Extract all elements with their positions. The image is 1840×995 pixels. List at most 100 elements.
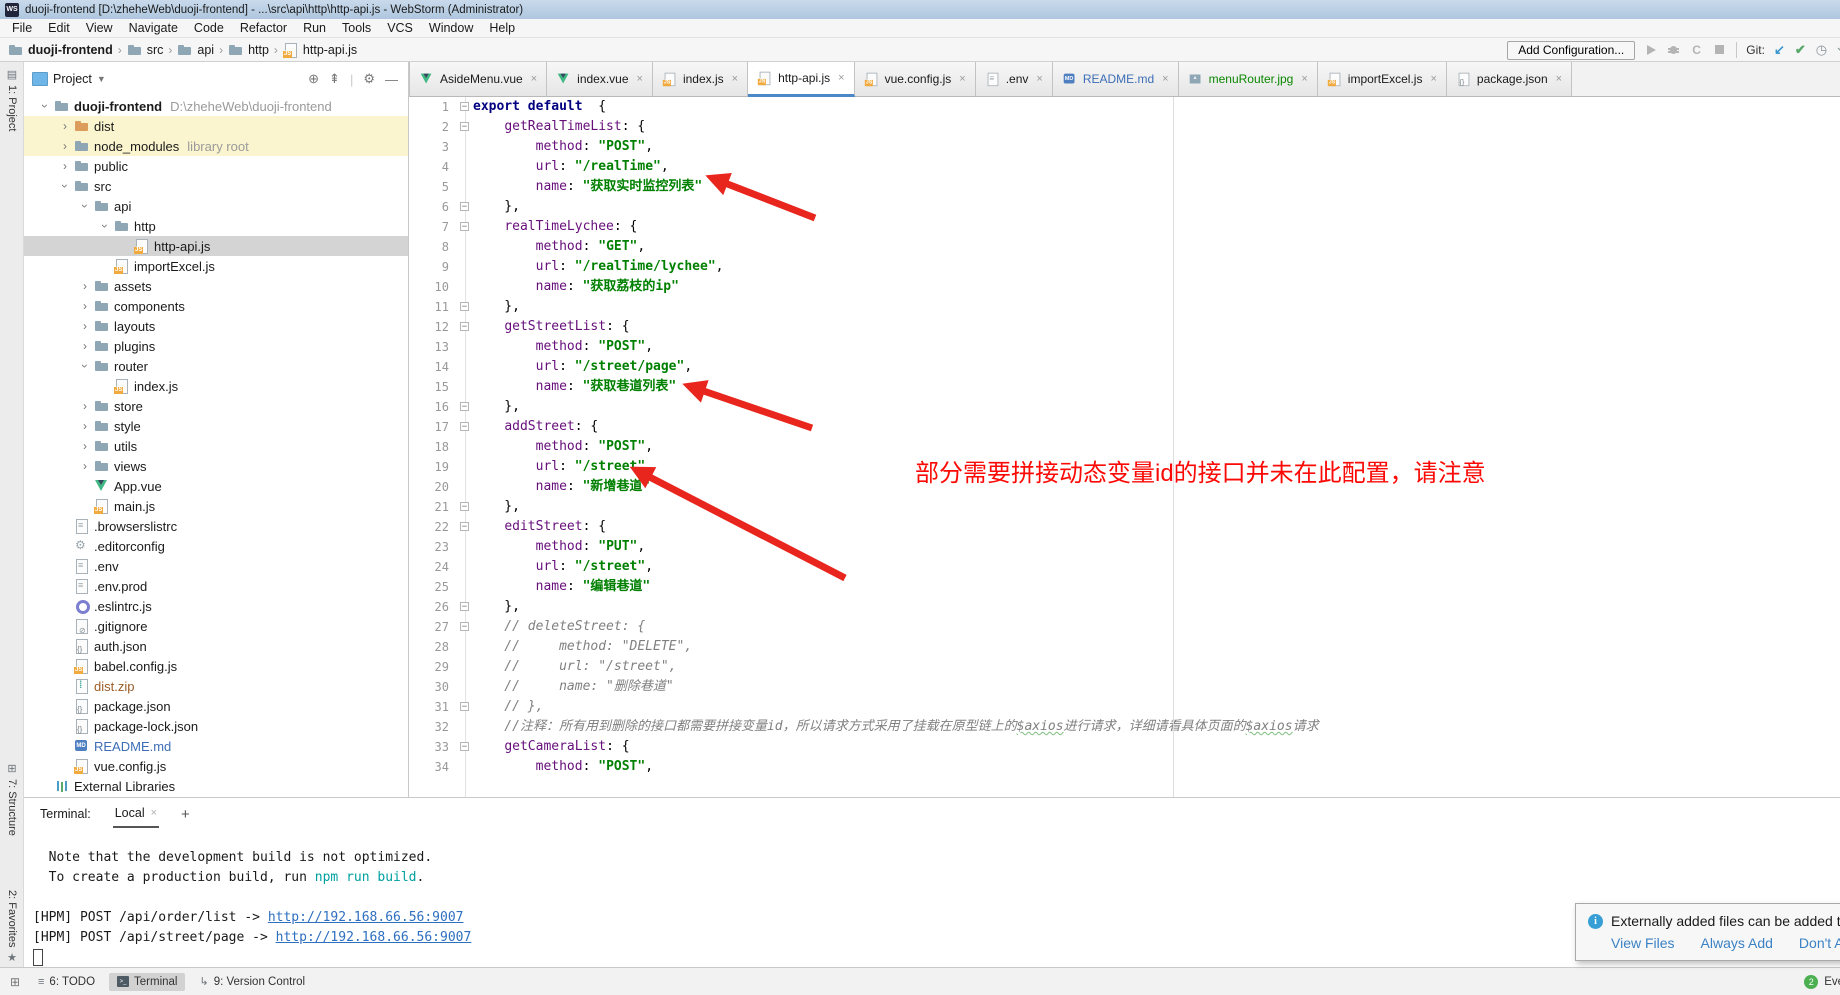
close-icon[interactable]: × (1036, 73, 1042, 85)
fold-marker[interactable]: − (460, 322, 469, 331)
tree-row-vue.config.js[interactable]: vue.config.js (24, 756, 408, 776)
event-log-widget[interactable]: 2 Event Log (1804, 975, 1840, 989)
chevron-down-icon[interactable]: › (76, 199, 94, 213)
run-icon[interactable] (1644, 43, 1658, 57)
tree-row-App.vue[interactable]: App.vue (24, 476, 408, 496)
close-icon[interactable]: × (959, 73, 965, 85)
git-commit-icon[interactable]: ✔ (1795, 43, 1806, 57)
gear-icon[interactable]: ⚙ (363, 71, 375, 87)
fold-marker[interactable]: − (460, 702, 469, 711)
coverage-icon[interactable] (1690, 43, 1704, 57)
tree-row-.gitignore[interactable]: .gitignore (24, 616, 408, 636)
notification-action-don-t-ask-again[interactable]: Don't Ask Again (1799, 935, 1840, 951)
tree-row-.editorconfig[interactable]: .editorconfig (24, 536, 408, 556)
terminal-tab-local[interactable]: Local × (113, 806, 159, 828)
chevron-right-icon[interactable]: › (76, 279, 94, 293)
editor-tab-AsideMenu.vue[interactable]: AsideMenu.vue× (409, 62, 547, 97)
tree-row-index.js[interactable]: index.js (24, 376, 408, 396)
fold-marker[interactable]: − (460, 522, 469, 531)
tree-row-.eslintrc.js[interactable]: .eslintrc.js (24, 596, 408, 616)
statusbar-item-terminal[interactable]: >_Terminal (109, 973, 185, 991)
tree-row-router[interactable]: ›router (24, 356, 408, 376)
tree-row-README.md[interactable]: README.md (24, 736, 408, 756)
breadcrumb-item-http[interactable]: http (228, 42, 269, 58)
tree-row-http-api.js[interactable]: http-api.js (24, 236, 408, 256)
statusbar-item-9-version-control[interactable]: ↳9: Version Control (191, 972, 313, 991)
menu-item-navigate[interactable]: Navigate (121, 21, 186, 35)
add-configuration-button[interactable]: Add Configuration... (1507, 41, 1635, 60)
tree-row-auth.json[interactable]: auth.json (24, 636, 408, 656)
editor-tab-importExcel.js[interactable]: importExcel.js× (1318, 62, 1447, 97)
chevron-right-icon[interactable]: › (56, 139, 74, 153)
menu-item-tools[interactable]: Tools (334, 21, 379, 35)
chevron-right-icon[interactable]: › (76, 299, 94, 313)
chevron-down-icon[interactable]: › (56, 179, 74, 193)
project-view-selector[interactable]: Project ▼ (32, 72, 106, 86)
terminal-output[interactable]: Note that the development build is not o… (24, 830, 1840, 968)
tree-row-http[interactable]: ›http (24, 216, 408, 236)
tree-row-plugins[interactable]: ›plugins (24, 336, 408, 356)
tree-row-.env.prod[interactable]: .env.prod (24, 576, 408, 596)
editor-tab-.env[interactable]: .env× (976, 62, 1053, 97)
fold-marker[interactable]: − (460, 502, 469, 511)
chevron-right-icon[interactable]: › (76, 319, 94, 333)
editor-tab-vue.config.js[interactable]: vue.config.js× (855, 62, 976, 97)
locate-file-icon[interactable]: ⊕ (308, 71, 319, 87)
close-icon[interactable]: × (732, 73, 738, 85)
sidebar-item-project[interactable]: ▤ 1: Project (0, 68, 24, 131)
tree-row-package-lock.json[interactable]: package-lock.json (24, 716, 408, 736)
close-icon[interactable]: × (1162, 73, 1168, 85)
menu-item-run[interactable]: Run (295, 21, 334, 35)
close-icon[interactable]: × (637, 73, 643, 85)
chevron-right-icon[interactable]: › (76, 439, 94, 453)
menu-item-vcs[interactable]: VCS (379, 21, 421, 35)
close-icon[interactable]: × (1430, 73, 1436, 85)
editor-tab-index.js[interactable]: index.js× (653, 62, 748, 97)
tree-row-importExcel.js[interactable]: importExcel.js (24, 256, 408, 276)
editor-tab-http-api.js[interactable]: http-api.js× (748, 62, 854, 97)
tree-row-src[interactable]: ›src (24, 176, 408, 196)
chevron-right-icon[interactable]: › (76, 339, 94, 353)
editor-tab-index.vue[interactable]: index.vue× (547, 62, 653, 97)
tree-row-main.js[interactable]: main.js (24, 496, 408, 516)
tree-row-babel.config.js[interactable]: babel.config.js (24, 656, 408, 676)
menu-item-view[interactable]: View (78, 21, 121, 35)
sidebar-item-structure[interactable]: ⊞ 7: Structure (0, 762, 24, 836)
fold-marker[interactable]: − (460, 302, 469, 311)
tree-row-dist[interactable]: ›dist (24, 116, 408, 136)
breadcrumb-item-api[interactable]: api (177, 42, 214, 58)
hide-panel-icon[interactable]: — (385, 72, 398, 87)
tree-row-node_modules[interactable]: ›node_moduleslibrary root (24, 136, 408, 156)
fold-marker[interactable]: − (460, 422, 469, 431)
tree-row-views[interactable]: ›views (24, 456, 408, 476)
tool-window-switcher-icon[interactable]: ⊞ (0, 975, 30, 989)
sidebar-item-favorites[interactable]: 2: Favorites ★ (0, 890, 24, 964)
git-update-icon[interactable]: ↙ (1774, 43, 1785, 57)
tree-row-store[interactable]: ›store (24, 396, 408, 416)
tree-row-.browserslistrc[interactable]: .browserslistrc (24, 516, 408, 536)
code-editor[interactable]: 1−export default {2− getRealTimeList: {3… (409, 97, 1840, 797)
close-icon[interactable]: × (1556, 73, 1562, 85)
menu-item-file[interactable]: File (4, 21, 40, 35)
tree-row-api[interactable]: ›api (24, 196, 408, 216)
chevron-right-icon[interactable]: › (76, 399, 94, 413)
menu-item-window[interactable]: Window (421, 21, 481, 35)
breadcrumb-item-duoji-frontend[interactable]: duoji-frontend (8, 42, 113, 58)
chevron-down-icon[interactable]: › (76, 359, 94, 373)
tree-row-External Libraries[interactable]: External Libraries (24, 776, 408, 796)
menu-item-code[interactable]: Code (186, 21, 232, 35)
tree-row-assets[interactable]: ›assets (24, 276, 408, 296)
close-icon[interactable]: × (1301, 73, 1307, 85)
chevron-down-icon[interactable]: › (96, 219, 114, 233)
tree-row-public[interactable]: ›public (24, 156, 408, 176)
chevron-right-icon[interactable]: › (76, 419, 94, 433)
fold-marker[interactable]: − (460, 742, 469, 751)
fold-marker[interactable]: − (460, 622, 469, 631)
chevron-down-icon[interactable]: › (36, 99, 54, 113)
close-icon[interactable]: × (151, 807, 157, 819)
new-terminal-session-button[interactable]: + (181, 806, 190, 823)
breadcrumb-item-http-api.js[interactable]: http-api.js (283, 42, 357, 58)
notification-action-always-add[interactable]: Always Add (1701, 935, 1773, 951)
menu-item-help[interactable]: Help (481, 21, 523, 35)
tree-row-package.json[interactable]: package.json (24, 696, 408, 716)
